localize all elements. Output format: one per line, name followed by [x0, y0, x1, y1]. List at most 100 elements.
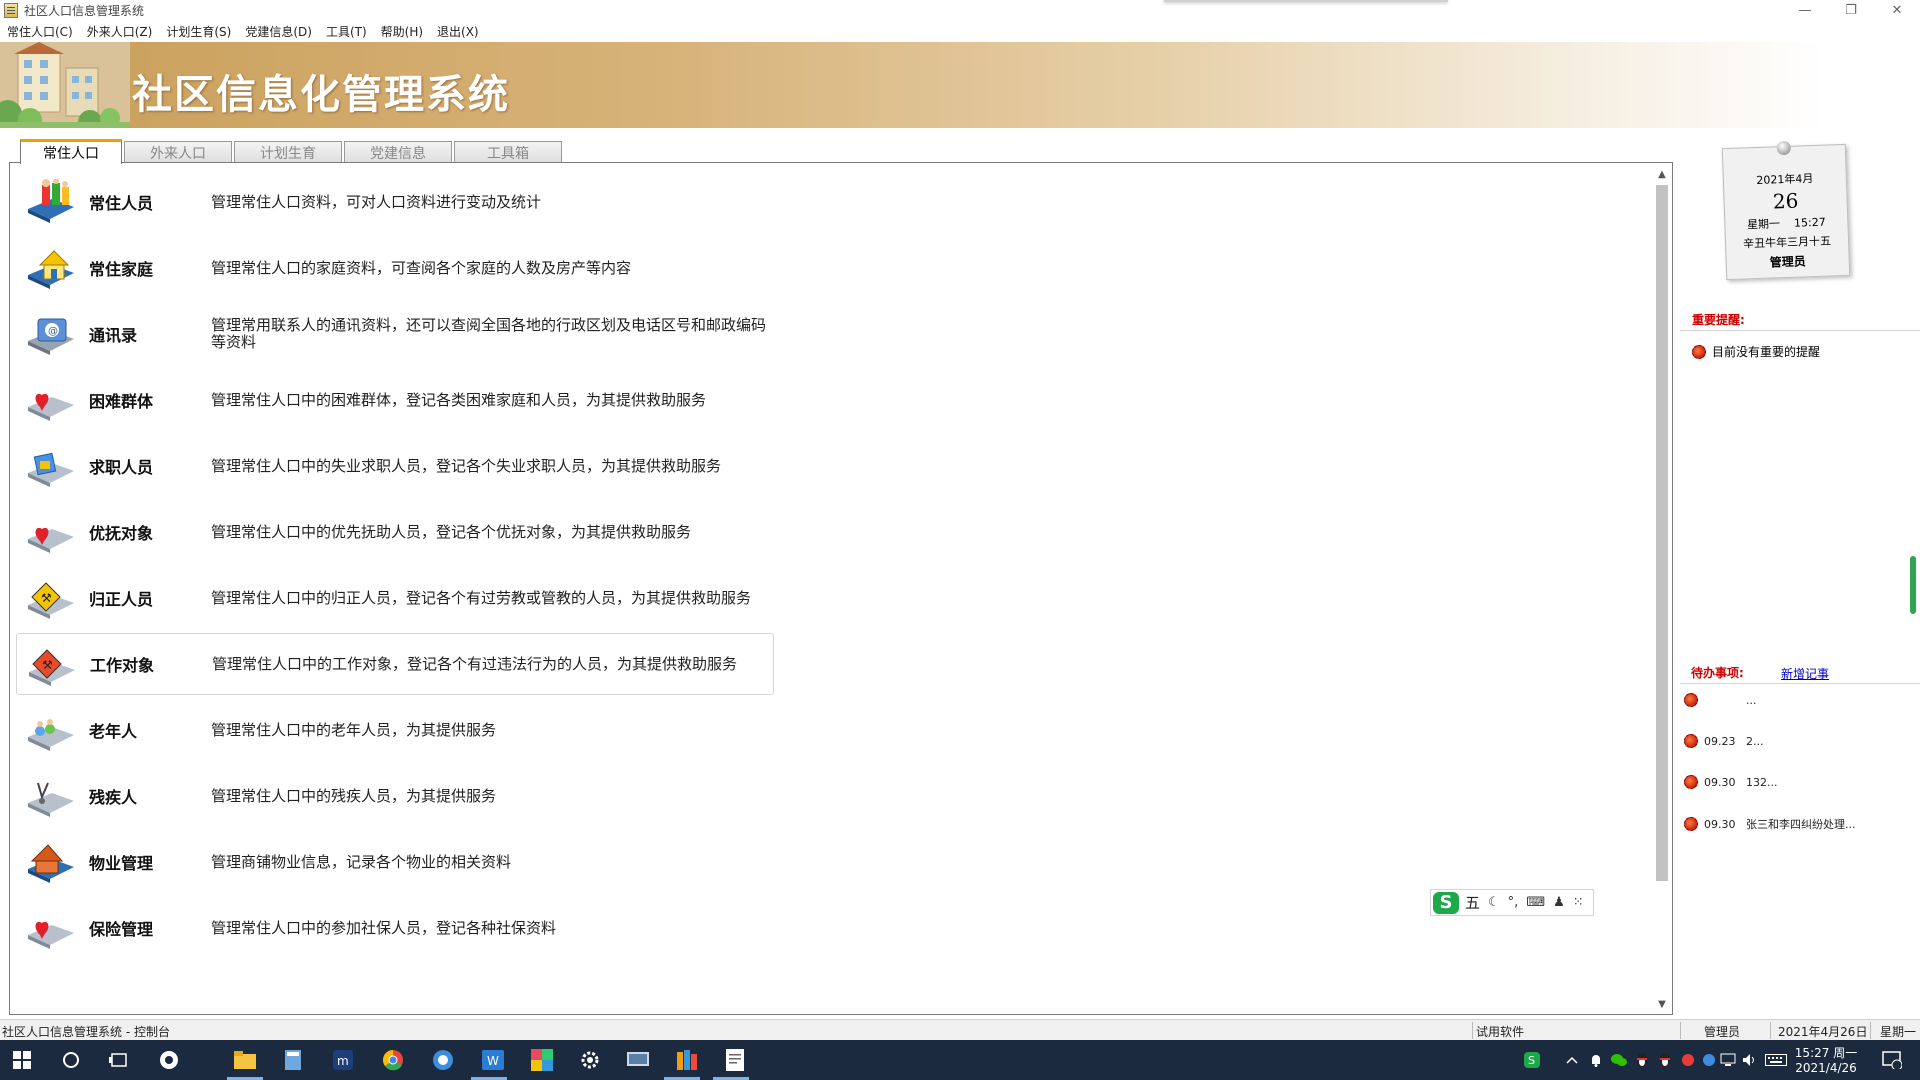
tab-family-planning[interactable]: 计划生育: [234, 141, 342, 163]
module-item-special-care[interactable]: 优抚对象 管理常住人口中的优先抚助人员，登记各个优抚对象，为其提供救助服务: [16, 501, 774, 563]
calendar-day: 26: [1772, 188, 1799, 214]
menu-family-planning[interactable]: 计划生育(S): [159, 23, 238, 40]
app-colorful-icon[interactable]: [530, 1048, 554, 1072]
menu-exit[interactable]: 退出(X): [430, 23, 486, 40]
module-item-rehabilitated[interactable]: ⚒ 归正人员 管理常住人口中的归正人员，登记各个有过劳教或管教的人员，为其提供救…: [16, 567, 774, 629]
tab-party[interactable]: 党建信息: [344, 141, 452, 163]
module-name: 通讯录: [89, 326, 138, 345]
keyboard-tray-icon[interactable]: [1763, 1048, 1789, 1072]
word-icon[interactable]: W: [481, 1048, 505, 1072]
heart-book-icon: [28, 921, 74, 949]
tab-toolbox[interactable]: 工具箱: [454, 141, 562, 163]
antivirus-icon[interactable]: [1679, 1048, 1697, 1072]
chrome-icon[interactable]: [381, 1048, 405, 1072]
gear-bullet-icon: [1684, 693, 1698, 707]
status-weekday: 星期一: [1880, 1025, 1917, 1039]
todo-date: 09.23: [1704, 734, 1736, 748]
taskbar-clock[interactable]: 15:27 周一 2021/4/26: [1794, 1044, 1858, 1075]
network-icon[interactable]: [1719, 1048, 1737, 1072]
moon-icon[interactable]: ☾: [1488, 895, 1500, 910]
taskbar-time: 15:27 周一: [1794, 1046, 1858, 1060]
minimize-button[interactable]: —: [1782, 0, 1828, 21]
job-book-icon: [28, 452, 74, 487]
module-name: 工作对象: [90, 656, 155, 675]
calculator-icon[interactable]: [281, 1048, 305, 1072]
todo-heading: 待办事项:: [1691, 666, 1744, 680]
todo-text: 2...: [1746, 734, 1764, 748]
calendar-month: 2021年4月: [1756, 172, 1814, 188]
todo-item[interactable]: 09.23 2...: [1684, 734, 1764, 748]
menu-tools[interactable]: 工具(T): [319, 23, 374, 40]
module-item-resident-family[interactable]: 常住家庭 管理常住人口的家庭资料，可查阅各个家庭的人数及房产等内容: [16, 237, 774, 299]
todo-item[interactable]: ...: [1684, 693, 1757, 707]
sogou-logo-icon[interactable]: S: [1433, 891, 1459, 914]
punctuation-icon[interactable]: °,: [1508, 895, 1519, 910]
sogou-tray-icon[interactable]: S: [1520, 1048, 1544, 1072]
reminder-text: 目前没有重要的提醒: [1712, 345, 1821, 359]
menu-help[interactable]: 帮助(H): [374, 23, 430, 40]
wechat-icon[interactable]: [1610, 1048, 1628, 1072]
search-circle-icon[interactable]: [59, 1048, 83, 1072]
grid-icon[interactable]: ⁙: [1573, 895, 1584, 910]
books-app-icon[interactable]: [675, 1048, 699, 1072]
document-app-icon[interactable]: [723, 1048, 747, 1072]
browser-icon[interactable]: [431, 1048, 455, 1072]
status-bar: 社区人口信息管理系统 - 控制台 试用软件 管理员 2021年4月26日 星期一: [0, 1019, 1920, 1040]
keyboard-icon[interactable]: ⌨: [1526, 895, 1545, 910]
qq-penguin-icon[interactable]: [1656, 1048, 1674, 1072]
module-description: 管理常住人口的家庭资料，可查阅各个家庭的人数及房产等内容: [211, 258, 632, 277]
close-button[interactable]: ✕: [1874, 0, 1920, 21]
module-item-insurance[interactable]: 保险管理 管理常住人口中的参加社保人员，登记各种社保资料: [16, 897, 774, 959]
module-item-difficult-group[interactable]: 困难群体 管理常住人口中的困难群体，登记各类困难家庭和人员，为其提供救助服务: [16, 369, 774, 431]
action-center-icon[interactable]: [1880, 1048, 1904, 1072]
scroll-thumb[interactable]: [1656, 185, 1668, 881]
ime-mode[interactable]: 五: [1465, 892, 1480, 913]
menu-floating[interactable]: 外来人口(Z): [80, 23, 160, 40]
menu-resident[interactable]: 常住人口(C): [0, 23, 80, 40]
gear-bullet-icon: [1692, 344, 1706, 359]
module-item-address-book[interactable]: @ 通讯录 管理常用联系人的通讯资料，还可以查阅全国各地的行政区划及电话区号和邮…: [16, 303, 774, 365]
chevron-up-icon[interactable]: [1563, 1048, 1581, 1072]
vertical-scrollbar[interactable]: ▲ ▼: [1653, 165, 1671, 1013]
module-item-elderly[interactable]: 老年人 管理常住人口中的老年人员，为其提供服务: [16, 699, 774, 761]
user-icon[interactable]: ♟: [1553, 895, 1565, 910]
scroll-down-arrow-icon[interactable]: ▼: [1653, 995, 1671, 1013]
todo-text: 132...: [1746, 775, 1778, 789]
qq-penguin-icon[interactable]: [1633, 1048, 1651, 1072]
window-title: 社区人口信息管理系统: [24, 4, 145, 18]
restore-button[interactable]: ❐: [1828, 0, 1874, 21]
todo-item[interactable]: 09.30 张三和李四纠纷处理...: [1684, 816, 1856, 832]
module-description: 管理常住人口中的工作对象，登记各个有过违法行为的人员，为其提供救助服务: [212, 654, 738, 673]
panel-scroll-indicator[interactable]: [1910, 556, 1916, 614]
module-item-disabled[interactable]: 残疾人 管理常住人口中的残疾人员，为其提供服务: [16, 765, 774, 827]
bell-icon[interactable]: [1587, 1048, 1605, 1072]
module-item-job-seekers[interactable]: 求职人员 管理常住人口中的失业求职人员，登记各个失业求职人员，为其提供救助服务: [16, 435, 774, 497]
new-note-link[interactable]: 新增记事: [1781, 665, 1829, 682]
banner-title: 社区信息化管理系统: [132, 71, 510, 118]
module-item-resident-people[interactable]: 常住人员 管理常住人口资料，可对人口资料进行变动及统计: [16, 171, 774, 233]
browser-tray-icon[interactable]: [1700, 1048, 1718, 1072]
notes-app-icon[interactable]: m: [331, 1048, 355, 1072]
todo-item[interactable]: 09.30 132...: [1684, 775, 1778, 789]
task-view-icon[interactable]: [107, 1048, 131, 1072]
ime-toolbar[interactable]: S 五 ☾ °, ⌨ ♟ ⁙: [1430, 889, 1594, 916]
volume-icon[interactable]: [1741, 1048, 1759, 1072]
file-explorer-icon[interactable]: [233, 1048, 257, 1072]
windows-start-icon[interactable]: [10, 1048, 34, 1072]
stethoscope-book-icon: [28, 782, 74, 817]
app-pinwheel-icon[interactable]: [157, 1048, 181, 1072]
tab-floating[interactable]: 外来人口: [124, 141, 232, 163]
menu-party[interactable]: 党建信息(D): [238, 23, 319, 40]
module-description: 管理常住人口中的归正人员，登记各个有过劳教或管教的人员，为其提供救助服务: [211, 588, 752, 607]
module-name: 残疾人: [89, 788, 138, 807]
module-item-work-target[interactable]: ⚒ 工作对象 管理常住人口中的工作对象，登记各个有过违法行为的人员，为其提供救助…: [16, 633, 774, 695]
settings-gear-icon[interactable]: [578, 1048, 602, 1072]
tab-resident[interactable]: 常住人口: [20, 139, 122, 164]
remote-desktop-icon[interactable]: [626, 1048, 650, 1072]
status-date: 2021年4月26日: [1778, 1025, 1868, 1039]
menu-bar: 常住人口(C) 外来人口(Z) 计划生育(S) 党建信息(D) 工具(T) 帮助…: [0, 21, 1920, 42]
people-book-icon: [28, 179, 74, 223]
scroll-up-arrow-icon[interactable]: ▲: [1653, 165, 1671, 183]
module-item-property[interactable]: 物业管理 管理商铺物业信息，记录各个物业的相关资料: [16, 831, 774, 893]
svg-text:S: S: [1528, 1054, 1535, 1067]
